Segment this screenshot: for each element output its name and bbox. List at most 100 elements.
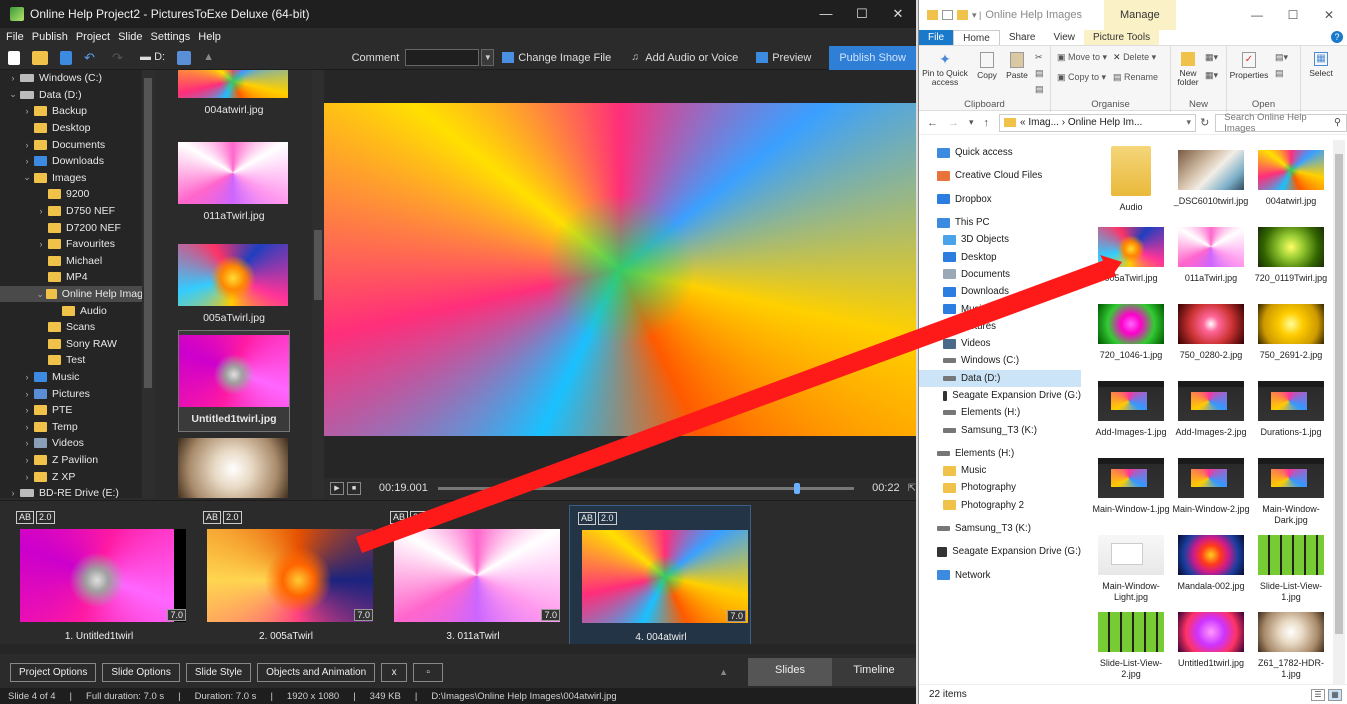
maximize-icon[interactable]: ☐ (1275, 0, 1311, 30)
back-icon[interactable]: ← (927, 117, 938, 129)
thumbnail-item-selected[interactable]: Untitled1twirl.jpg (178, 330, 290, 432)
scrollbar-thumb[interactable] (314, 230, 322, 300)
slide-list-scrollbar[interactable] (0, 644, 916, 654)
chevron-down-icon[interactable]: ⌄ (22, 172, 32, 183)
undo-icon[interactable]: ↶ (84, 50, 100, 65)
file-tile[interactable]: 004atwirl.jpg (1251, 150, 1331, 207)
nav-item[interactable]: Samsung_T3 (K:) (919, 421, 1081, 438)
nav-item[interactable]: Data (D:) (919, 369, 1081, 387)
chevron-right-icon[interactable]: › (22, 156, 32, 166)
nav-item[interactable]: Seagate Expansion Drive (G:) (919, 543, 1081, 560)
address-bar[interactable]: « Imag... › Online Help Im... ▾ (999, 113, 1197, 132)
timeline-slider[interactable] (437, 482, 855, 494)
up-arrow-icon[interactable]: ▲ (203, 51, 214, 65)
chevron-right-icon[interactable]: › (22, 472, 32, 482)
cut-icon[interactable]: ✂ (1035, 52, 1043, 63)
tree-item[interactable]: ⌄ Data (D:) (0, 87, 154, 104)
tree-item[interactable]: Test (0, 352, 154, 369)
scrollbar-thumb[interactable] (144, 78, 152, 388)
chevron-right-icon[interactable]: › (36, 239, 46, 249)
file-tile[interactable]: 720_0119Twirl.jpg (1251, 227, 1331, 284)
tree-item[interactable]: ⌄ Online Help Images (0, 285, 154, 303)
transition-duration[interactable]: 2.0 (598, 512, 617, 525)
pin-quick-access-button[interactable]: ✦ Pin to Quick access (921, 52, 969, 87)
copy-to-button[interactable]: ▣ Copy to ▾ (1057, 72, 1106, 83)
nav-item[interactable]: Windows (C:) (919, 352, 1081, 369)
file-tile[interactable]: Main-Window-Light.jpg (1091, 535, 1171, 603)
chevron-right-icon[interactable]: › (8, 488, 18, 498)
tree-item[interactable]: Desktop (0, 120, 154, 137)
minimize-icon[interactable]: — (808, 0, 844, 28)
qat-dropdown-icon[interactable]: ▾ | (972, 10, 981, 21)
add-audio-button[interactable]: ♫ Add Audio or Voice (629, 52, 739, 64)
minimize-icon[interactable]: — (1239, 0, 1275, 30)
tab-file[interactable]: File (919, 30, 954, 45)
nav-item[interactable]: Network (919, 567, 1081, 584)
nav-item[interactable]: This PC (919, 214, 1081, 231)
slide-duration[interactable]: 7.0 (354, 609, 373, 621)
copy-path-icon[interactable]: ▤ (1035, 68, 1044, 79)
file-tile[interactable]: Mandala-002.jpg (1171, 535, 1251, 592)
chevron-right-icon[interactable]: › (22, 106, 32, 116)
slide-item[interactable]: AB 2.0 7.0 2. 005aTwirl (195, 505, 377, 645)
comment-input[interactable] (405, 49, 480, 66)
save-icon[interactable] (60, 50, 72, 65)
nav-item[interactable]: Music (919, 462, 1081, 479)
transition-duration[interactable]: 2.0 (410, 511, 429, 524)
tree-item[interactable]: › Pictures (0, 385, 154, 402)
forward-icon[interactable]: → (948, 117, 959, 129)
tree-item[interactable]: › D750 NEF (0, 203, 154, 220)
nav-item[interactable]: Documents (919, 266, 1081, 283)
open-icon[interactable]: ▤▾ (1275, 52, 1288, 63)
slide-item[interactable]: AB 2.0 7.0 3. 011aTwirl (382, 505, 564, 645)
play-icon[interactable]: ▶ (330, 481, 344, 495)
up-icon[interactable]: ↑ (984, 117, 990, 129)
tree-item[interactable]: 9200 (0, 186, 154, 203)
chevron-right-icon[interactable]: › (22, 140, 32, 150)
recent-dropdown-icon[interactable]: ▾ (969, 117, 974, 128)
chevron-right-icon[interactable]: › (8, 73, 18, 83)
move-to-button[interactable]: ▣ Move to ▾ (1057, 52, 1107, 63)
tree-item[interactable]: › Documents (0, 136, 154, 153)
ab-badge[interactable]: AB (16, 511, 35, 524)
file-tile[interactable]: Main-Window-2.jpg (1171, 458, 1251, 515)
delete-button[interactable]: ✕ Delete ▾ (1113, 52, 1156, 63)
chevron-right-icon[interactable]: › (36, 206, 46, 216)
publish-show-button[interactable]: Publish Show (829, 45, 916, 70)
file-tile[interactable]: Durations-1.jpg (1251, 381, 1331, 438)
maximize-icon[interactable]: ☐ (844, 0, 880, 28)
comment-dropdown-icon[interactable]: ▼ (481, 49, 495, 66)
stop-icon[interactable]: ■ (346, 481, 361, 495)
slide-duration[interactable]: 7.0 (167, 609, 186, 621)
chevron-down-icon[interactable]: ⌄ (36, 289, 44, 300)
thumbnails-scrollbar[interactable] (312, 70, 324, 498)
tree-item[interactable]: › Videos (0, 435, 154, 452)
tree-item[interactable]: Sony RAW (0, 336, 154, 353)
pte-titlebar[interactable]: Online Help Project2 - PicturesToExe Del… (0, 0, 916, 28)
objects-animation-button[interactable]: Objects and Animation (257, 662, 376, 682)
transition-duration[interactable]: 2.0 (36, 511, 55, 524)
slide-duration[interactable]: 7.0 (541, 609, 560, 621)
tree-item[interactable]: › Windows (C:) (0, 70, 154, 87)
properties-icon[interactable] (942, 10, 953, 20)
change-image-button[interactable]: Change Image File (502, 52, 611, 64)
file-tile[interactable]: Main-Window-Dark.jpg (1251, 458, 1331, 526)
nav-item[interactable]: Videos (919, 335, 1081, 352)
ab-badge[interactable]: AB (203, 511, 222, 524)
file-tile[interactable]: Slide-List-View-1.jpg (1251, 535, 1331, 603)
ab-badge[interactable]: AB (578, 512, 597, 525)
nav-item[interactable]: Pictures (919, 318, 1081, 335)
tree-item[interactable]: › Backup (0, 103, 154, 120)
edit-icon[interactable]: ▤ (1275, 68, 1284, 79)
folder-tile[interactable]: Audio (1091, 146, 1171, 213)
menu-project[interactable]: Project (76, 31, 110, 43)
nav-item[interactable]: Elements (H:) (919, 404, 1081, 421)
redo-icon[interactable]: ↷ (112, 50, 128, 65)
new-folder-button[interactable]: New folder (1175, 52, 1201, 87)
tree-item[interactable]: Michael (0, 253, 154, 270)
file-tile[interactable]: Z61_1782-HDR-1.jpg (1251, 612, 1331, 680)
file-tile[interactable]: 011aTwirl.jpg (1171, 227, 1251, 284)
tree-item[interactable]: MP4 (0, 269, 154, 286)
thumbnail-item[interactable]: 005aTwirl.jpg (178, 244, 290, 324)
address-dropdown-icon[interactable]: ▾ (1187, 117, 1196, 128)
